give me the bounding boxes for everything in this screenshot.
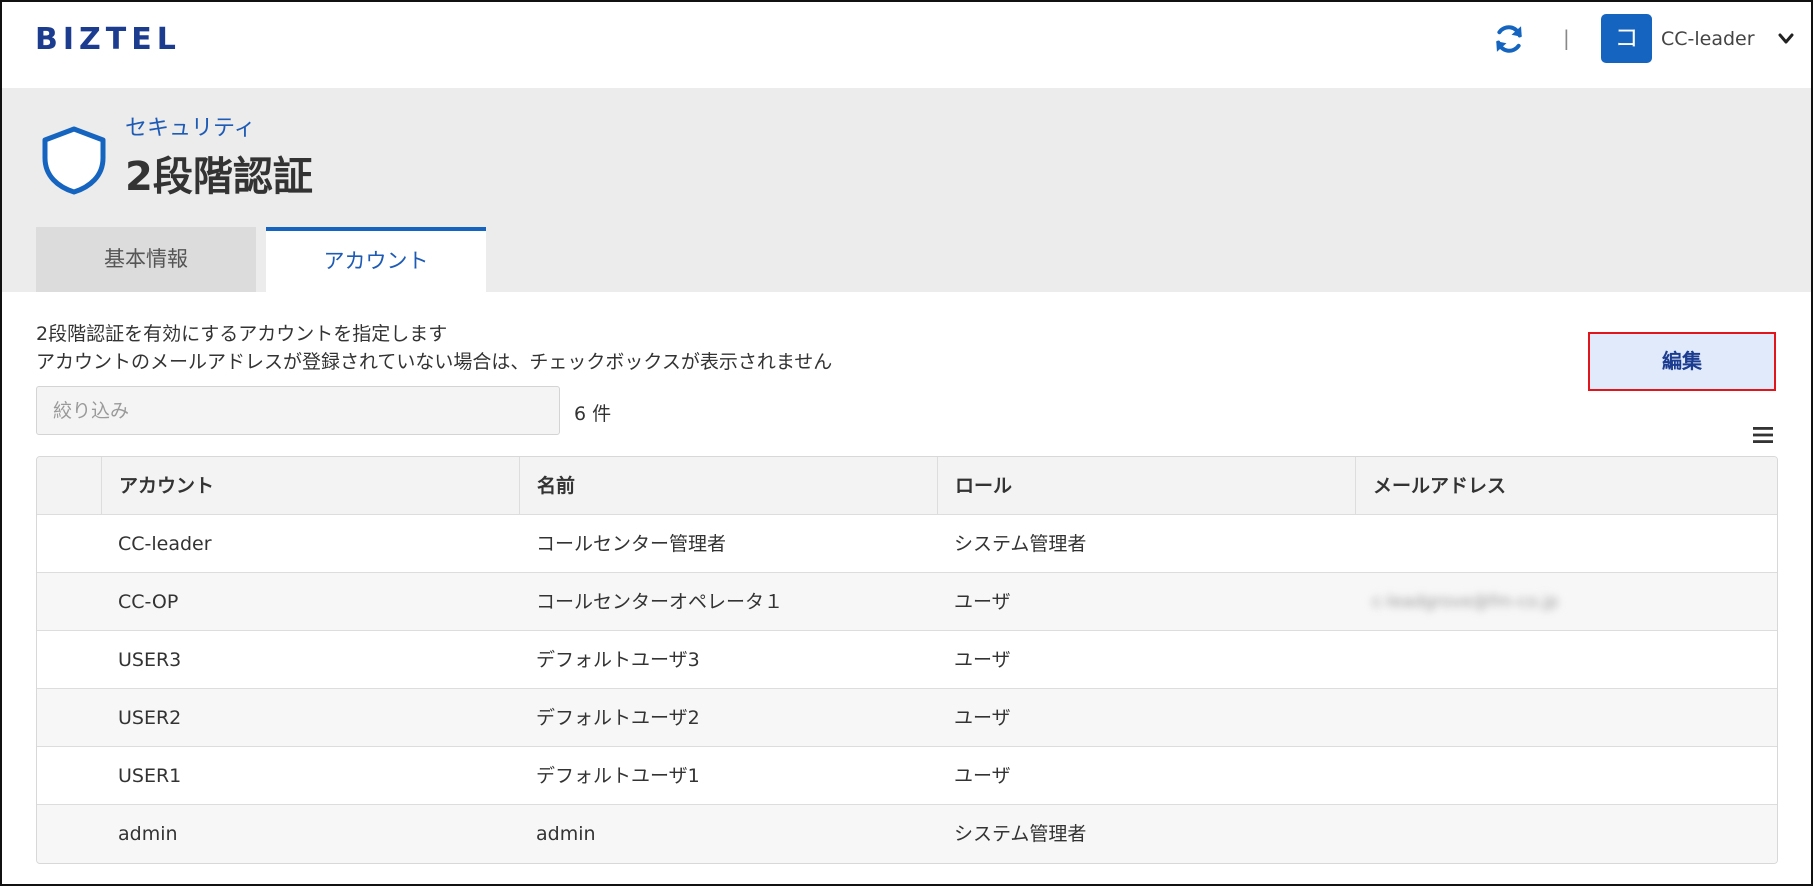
user-avatar[interactable]: コ [1601, 14, 1652, 63]
checkbox-cell [37, 747, 101, 805]
account-cell: CC-leader [118, 533, 212, 555]
description-line: アカウントのメールアドレスが登録されていない場合は、チェックボックスが表示されま… [36, 351, 833, 373]
checkbox-column-header [37, 457, 101, 515]
chevron-down-icon[interactable] [1778, 32, 1794, 46]
name-cell: デフォルトユーザ1 [536, 765, 700, 787]
email-cell [1355, 689, 1777, 747]
column-header-name[interactable]: 名前 [519, 457, 937, 515]
page-header: セキュリティ 2段階認証 基本情報 アカウント [2, 88, 1811, 292]
name-cell: デフォルトユーザ3 [536, 649, 700, 671]
checkbox-cell [37, 573, 101, 631]
account-cell: USER2 [118, 707, 182, 729]
description-line: 2段階認証を有効にするアカウントを指定します [36, 323, 448, 345]
role-cell: ユーザ [954, 765, 1011, 787]
shield-icon [42, 126, 106, 195]
top-header: BIZTEL | コ CC-leader [2, 2, 1811, 88]
table-row[interactable]: USER2 デフォルトユーザ2 ユーザ [37, 689, 1777, 747]
email-cell: c-leadgrove@fm-co.jp [1372, 592, 1559, 612]
tab-basic-info[interactable]: 基本情報 [36, 227, 256, 292]
role-cell: ユーザ [954, 649, 1011, 671]
name-cell: admin [536, 823, 596, 845]
checkbox-cell [37, 515, 101, 573]
edit-button[interactable]: 編集 [1588, 332, 1776, 391]
checkbox-cell [37, 689, 101, 747]
biztel-logo[interactable]: BIZTEL [35, 22, 181, 57]
column-header-email[interactable]: メールアドレス [1355, 457, 1777, 515]
checkbox-cell [37, 805, 101, 863]
page-title: 2段階認証 [125, 154, 313, 200]
email-cell [1355, 747, 1777, 805]
column-header-role[interactable]: ロール [937, 457, 1355, 515]
account-cell: USER3 [118, 649, 182, 671]
table-row[interactable]: CC-OP コールセンターオペレータ１ ユーザ c-leadgrove@fm-c… [37, 573, 1777, 631]
role-cell: ユーザ [954, 707, 1011, 729]
table-row[interactable]: admin admin システム管理者 [37, 805, 1777, 863]
result-count: 6 件 [574, 403, 612, 425]
table-header-row: アカウント 名前 ロール メールアドレス [37, 457, 1777, 515]
refresh-icon[interactable] [1492, 22, 1526, 56]
tab-account[interactable]: アカウント [266, 227, 486, 292]
role-cell: システム管理者 [954, 823, 1087, 845]
app-window: BIZTEL | コ CC-leader セキュリティ 2段階認証 基本情報 ア… [0, 0, 1813, 886]
email-cell [1355, 805, 1777, 863]
email-cell [1355, 631, 1777, 689]
table-row[interactable]: USER1 デフォルトユーザ1 ユーザ [37, 747, 1777, 805]
checkbox-cell [37, 631, 101, 689]
accounts-table: アカウント 名前 ロール メールアドレス CC-leader コールセンター管理… [36, 456, 1778, 864]
table-row[interactable]: USER3 デフォルトユーザ3 ユーザ [37, 631, 1777, 689]
email-cell [1355, 515, 1777, 573]
account-cell: CC-OP [118, 591, 179, 613]
name-cell: コールセンターオペレータ１ [536, 591, 784, 613]
name-cell: デフォルトユーザ2 [536, 707, 700, 729]
table-row[interactable]: CC-leader コールセンター管理者 システム管理者 [37, 515, 1777, 573]
header-separator: | [1563, 26, 1570, 50]
role-cell: システム管理者 [954, 533, 1087, 555]
role-cell: ユーザ [954, 591, 1011, 613]
page-category: セキュリティ [125, 116, 256, 141]
name-cell: コールセンター管理者 [536, 533, 727, 555]
column-header-account[interactable]: アカウント [101, 457, 519, 515]
account-cell: USER1 [118, 765, 182, 787]
column-menu-icon[interactable] [1752, 425, 1774, 445]
description: 2段階認証を有効にするアカウントを指定します アカウントのメールアドレスが登録さ… [36, 320, 832, 376]
account-cell: admin [118, 823, 178, 845]
filter-input[interactable] [36, 386, 560, 435]
user-name[interactable]: CC-leader [1661, 28, 1755, 50]
